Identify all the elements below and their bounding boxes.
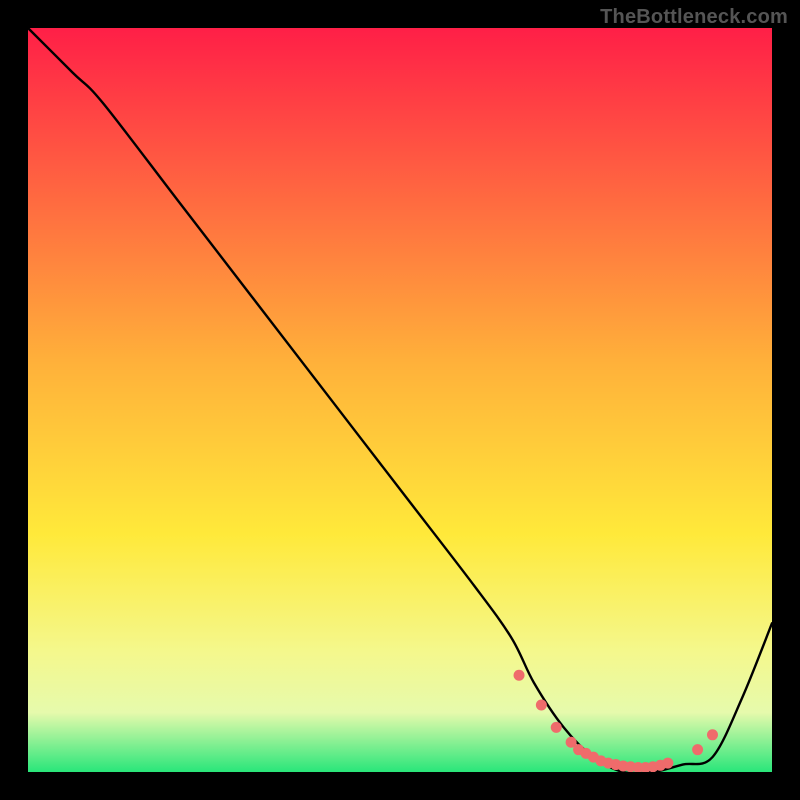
marker-dot — [536, 700, 547, 711]
marker-dot — [514, 670, 525, 681]
gradient-background — [28, 28, 772, 772]
plot-area — [28, 28, 772, 772]
marker-dot — [707, 729, 718, 740]
plot-svg — [28, 28, 772, 772]
chart-stage: TheBottleneck.com — [0, 0, 800, 800]
watermark-text: TheBottleneck.com — [600, 6, 788, 29]
marker-dot — [662, 758, 673, 769]
marker-dot — [692, 744, 703, 755]
marker-dot — [551, 722, 562, 733]
